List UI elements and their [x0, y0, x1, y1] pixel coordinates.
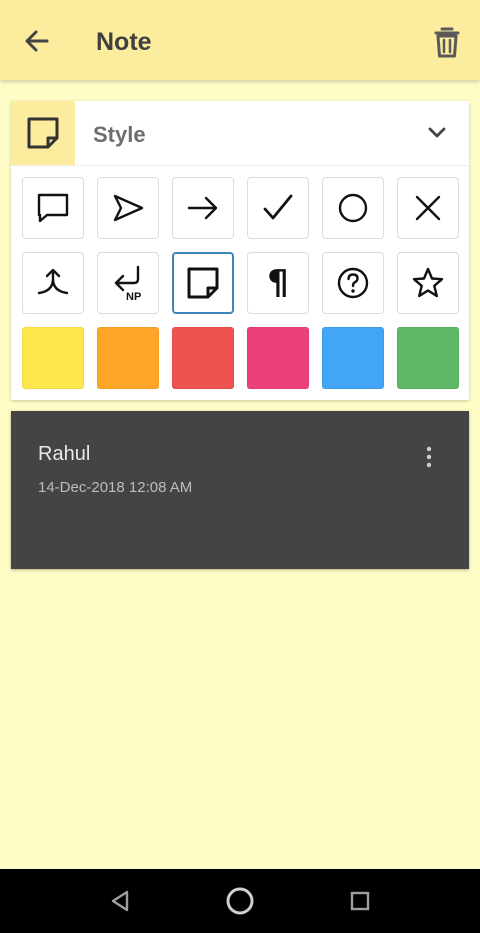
system-nav-bar [0, 869, 480, 933]
star-icon[interactable] [397, 252, 459, 314]
note-author: Rahul [38, 443, 91, 465]
trash-icon[interactable] [430, 24, 464, 60]
chevron-down-icon[interactable] [427, 123, 447, 143]
note-card[interactable]: Rahul 14-Dec-2018 12:08 AM [11, 411, 469, 569]
color-swatch-yellow[interactable] [22, 327, 84, 389]
color-swatch-red[interactable] [172, 327, 234, 389]
color-swatch-pink[interactable] [247, 327, 309, 389]
circle-icon[interactable] [322, 177, 384, 239]
home-circle-icon[interactable] [224, 885, 256, 917]
close-icon[interactable] [397, 177, 459, 239]
style-label: Style [93, 122, 146, 147]
return-np-icon[interactable]: NP [97, 252, 159, 314]
color-swatch-orange[interactable] [97, 327, 159, 389]
more-vert-icon[interactable] [421, 445, 437, 469]
color-swatch-green[interactable] [397, 327, 459, 389]
color-swatch-blue[interactable] [322, 327, 384, 389]
page-title: Note [96, 28, 152, 56]
note-timestamp: 14-Dec-2018 12:08 AM [38, 479, 193, 496]
arrow-right-icon[interactable] [172, 177, 234, 239]
recents-square-icon[interactable] [344, 885, 376, 917]
speech-bubble-icon[interactable] [22, 177, 84, 239]
selected-style-thumbnail [11, 101, 75, 165]
style-panel: Style NP ¶ [11, 101, 469, 400]
back-triangle-icon[interactable] [104, 885, 136, 917]
style-header[interactable]: Style [11, 101, 469, 166]
paragraph-icon[interactable]: ¶ [247, 252, 309, 314]
navigation-arrow-icon[interactable] [97, 177, 159, 239]
arrow-left-icon[interactable] [20, 24, 54, 58]
np-label: NP [126, 291, 141, 303]
question-circle-icon[interactable] [322, 252, 384, 314]
app-bar: Note [0, 0, 480, 80]
check-icon[interactable] [247, 177, 309, 239]
pilcrow-glyph: ¶ [267, 263, 289, 303]
merge-icon[interactable] [22, 252, 84, 314]
sticky-note-icon[interactable] [172, 252, 234, 314]
